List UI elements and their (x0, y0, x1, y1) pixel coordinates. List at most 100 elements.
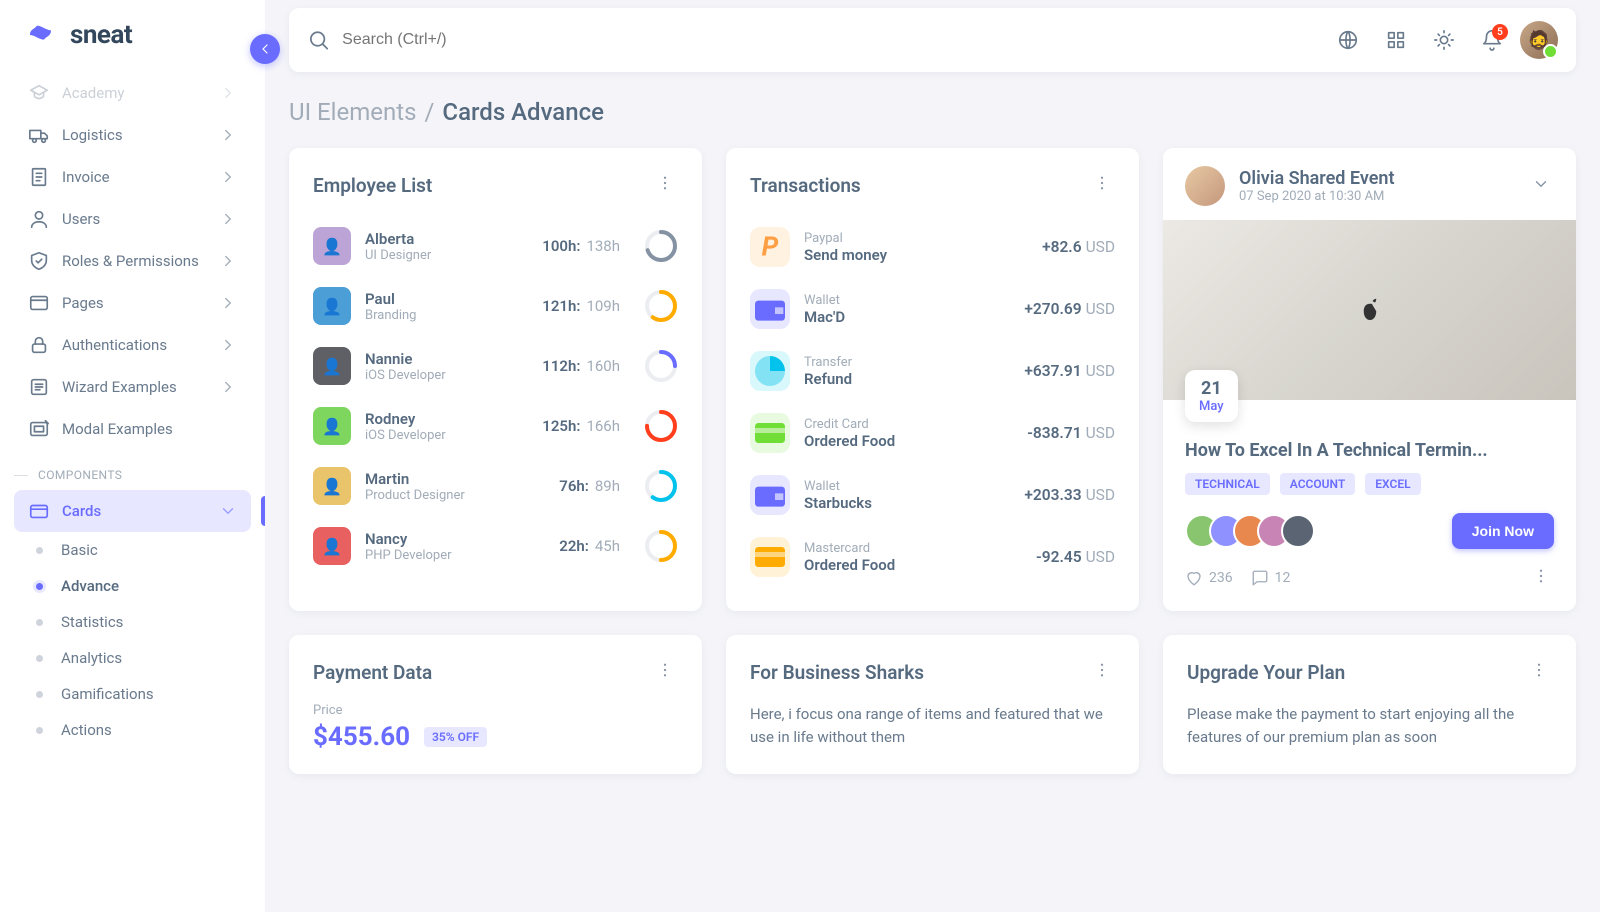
chevron-down-icon (219, 502, 237, 520)
theme-button[interactable] (1424, 20, 1464, 60)
event-author-avatar[interactable] (1185, 166, 1225, 206)
transaction-amount: +637.91USD (1024, 362, 1115, 380)
globe-icon (1337, 29, 1359, 51)
employee-role: Branding (365, 308, 528, 323)
sidebar-item-cards[interactable]: Cards (14, 490, 251, 532)
employee-name: Martin (365, 470, 545, 488)
sidebar-item-authentications[interactable]: Authentications (14, 324, 251, 366)
nav-section-components: COMPONENTS (14, 450, 251, 490)
employee-more-button[interactable] (652, 170, 678, 200)
payment-title: Payment Data (313, 661, 432, 684)
search[interactable] (307, 28, 1314, 52)
employee-hours-sub: 138h (586, 237, 620, 255)
employee-row[interactable]: 👤 Nancy PHP Developer 22h: 45h (313, 516, 678, 576)
comment-icon (1251, 569, 1269, 587)
event-heading: How To Excel In A Technical Termin... (1185, 440, 1554, 461)
sidebar-subitem-basic[interactable]: Basic (14, 532, 251, 568)
employee-row[interactable]: 👤 Paul Branding 121h: 109h (313, 276, 678, 336)
sidebar-item-users[interactable]: Users (14, 198, 251, 240)
dots-vertical-icon (656, 174, 674, 192)
sidebar-item-pages[interactable]: Pages (14, 282, 251, 324)
employee-row[interactable]: 👤 Alberta UI Designer 100h: 138h (313, 216, 678, 276)
transaction-amount: -838.71USD (1027, 424, 1115, 442)
employee-hours-sub: 160h (586, 357, 620, 375)
attendee-avatar[interactable] (1281, 514, 1315, 548)
event-expand-button[interactable] (1528, 171, 1554, 201)
progress-ring (644, 409, 678, 443)
subitem-label: Gamifications (61, 685, 154, 703)
truck-icon (28, 124, 50, 146)
apps-button[interactable] (1376, 20, 1416, 60)
employee-avatar: 👤 (313, 227, 351, 265)
sidebar-item-academy[interactable]: Academy (14, 72, 251, 114)
transaction-row[interactable]: P Paypal Send money +82.6USD (750, 216, 1115, 278)
employee-hours-main: 112h: (542, 357, 580, 375)
transactions-title: Transactions (750, 174, 861, 197)
card-upgrade-plan: Upgrade Your Plan Please make the paymen… (1163, 635, 1576, 774)
chevron-right-icon (219, 126, 237, 144)
tag[interactable]: ACCOUNT (1280, 473, 1355, 495)
transaction-amount: +270.69USD (1024, 300, 1115, 318)
progress-ring (644, 469, 678, 503)
sidebar-subitem-analytics[interactable]: Analytics (14, 640, 251, 676)
svg-text:P: P (762, 230, 779, 262)
event-month: May (1199, 399, 1224, 414)
transaction-row[interactable]: Transfer Refund +637.91USD (750, 340, 1115, 402)
sidebar-item-roles-permissions[interactable]: Roles & Permissions (14, 240, 251, 282)
event-date-pill: 21 May (1185, 370, 1238, 422)
card-payment-data: Payment Data Price $455.60 35% OFF (289, 635, 702, 774)
employee-row[interactable]: 👤 Rodney iOS Developer 125h: 166h (313, 396, 678, 456)
employee-avatar: 👤 (313, 347, 351, 385)
sidebar-item-modal-examples[interactable]: Modal Examples (14, 408, 251, 450)
transaction-icon (750, 537, 790, 577)
sidebar-item-invoice[interactable]: Invoice (14, 156, 251, 198)
dot-icon (36, 619, 43, 626)
payment-discount-chip: 35% OFF (424, 727, 487, 747)
employee-row[interactable]: 👤 Nannie iOS Developer 112h: 160h (313, 336, 678, 396)
language-button[interactable] (1328, 20, 1368, 60)
subitem-label: Basic (61, 541, 98, 559)
employee-name: Alberta (365, 230, 528, 248)
notifications-button[interactable]: 5 (1472, 20, 1512, 60)
event-more-button[interactable] (1528, 563, 1554, 593)
payment-more-button[interactable] (652, 657, 678, 687)
search-input[interactable] (342, 31, 1314, 49)
event-attendees[interactable] (1185, 514, 1315, 548)
transaction-row[interactable]: Credit Card Ordered Food -838.71USD (750, 402, 1115, 464)
sidebar-subitem-gamifications[interactable]: Gamifications (14, 676, 251, 712)
employee-role: UI Designer (365, 248, 528, 263)
sun-icon (1433, 29, 1455, 51)
transaction-row[interactable]: Mastercard Ordered Food -92.45USD (750, 526, 1115, 588)
sidebar-subitem-actions[interactable]: Actions (14, 712, 251, 748)
sidebar-item-wizard-examples[interactable]: Wizard Examples (14, 366, 251, 408)
event-day: 21 (1199, 378, 1224, 399)
breadcrumb-parent[interactable]: UI Elements (289, 98, 417, 126)
nav-label: Pages (62, 294, 207, 312)
join-button[interactable]: Join Now (1452, 513, 1554, 549)
transaction-sub: Wallet (804, 293, 1010, 308)
tag[interactable]: TECHNICAL (1185, 473, 1270, 495)
sidebar-subitem-statistics[interactable]: Statistics (14, 604, 251, 640)
subitem-label: Advance (61, 577, 119, 595)
nav: Academy Logistics Invoice Users Roles & … (0, 66, 265, 912)
user-avatar[interactable]: 🧔 (1520, 21, 1558, 59)
event-likes[interactable]: 236 (1185, 569, 1233, 587)
dot-icon (36, 655, 43, 662)
chevron-right-icon (219, 84, 237, 102)
sidebar-collapse-button[interactable] (250, 34, 280, 64)
transactions-more-button[interactable] (1089, 170, 1115, 200)
cards-icon (28, 500, 50, 522)
sidebar-item-logistics[interactable]: Logistics (14, 114, 251, 156)
sidebar-subitem-advance[interactable]: Advance (14, 568, 251, 604)
nav-label: Logistics (62, 126, 207, 144)
event-comments[interactable]: 12 (1251, 569, 1291, 587)
employee-row[interactable]: 👤 Martin Product Designer 76h: 89h (313, 456, 678, 516)
tag[interactable]: EXCEL (1365, 473, 1420, 495)
business-more-button[interactable] (1089, 657, 1115, 687)
nav-label: Invoice (62, 168, 207, 186)
upgrade-more-button[interactable] (1526, 657, 1552, 687)
transaction-row[interactable]: Wallet Mac'D +270.69USD (750, 278, 1115, 340)
modal-icon (28, 418, 50, 440)
transaction-row[interactable]: Wallet Starbucks +203.33USD (750, 464, 1115, 526)
cards-row-1: Employee List 👤 Alberta UI Designer 100h… (289, 148, 1576, 611)
